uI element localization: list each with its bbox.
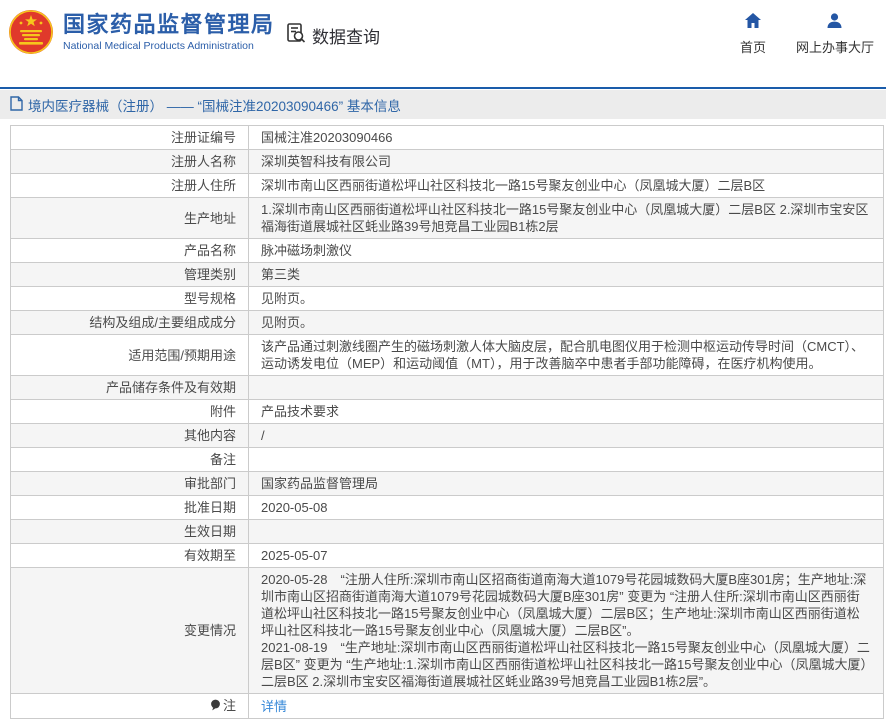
data-query-icon (284, 21, 308, 50)
breadcrumb: 境内医疗器械（注册） —— “国械注准20203090466” 基本信息 (0, 90, 886, 119)
table-row: 审批部门 国家药品监督管理局 (11, 472, 884, 496)
row-value: 国械注准20203090466 (249, 126, 884, 150)
row-label: 适用范围/预期用途 (11, 335, 249, 376)
row-label: 型号规格 (11, 287, 249, 311)
row-value: 脉冲磁场刺激仪 (249, 239, 884, 263)
table-row: 生效日期 (11, 520, 884, 544)
row-value: 2020-05-28 “注册人住所:深圳市南山区招商街道南海大道1079号花园城… (249, 568, 884, 694)
table-row: 备注 (11, 448, 884, 472)
org-name-en: National Medical Products Administration (63, 40, 275, 52)
row-value: 国家药品监督管理局 (249, 472, 884, 496)
nav-online-hall-label: 网上办事大厅 (796, 37, 874, 56)
row-label: 生产地址 (11, 198, 249, 239)
table-row: 注册人名称 深圳英智科技有限公司 (11, 150, 884, 174)
table-row: 产品储存条件及有效期 (11, 376, 884, 400)
header-divider (0, 87, 886, 89)
row-label: 结构及组成/主要组成成分 (11, 311, 249, 335)
row-label: 审批部门 (11, 472, 249, 496)
row-label: 注册证编号 (11, 126, 249, 150)
row-value (249, 520, 884, 544)
registration-info-table: 注册证编号 国械注准20203090466 注册人名称 深圳英智科技有限公司 注… (10, 125, 884, 719)
table-row: 适用范围/预期用途 该产品通过刺激线圈产生的磁场刺激人体大脑皮层，配合肌电图仪用… (11, 335, 884, 376)
row-label: 管理类别 (11, 263, 249, 287)
row-label: 附件 (11, 400, 249, 424)
national-emblem-logo (8, 9, 54, 55)
person-icon (827, 13, 842, 33)
row-label: 注 (11, 694, 249, 719)
row-label: 其他内容 (11, 424, 249, 448)
row-value: 2020-05-08 (249, 496, 884, 520)
row-value: 深圳市南山区西丽街道松坪山社区科技北一路15号聚友创业中心（凤凰城大厦）二层B区 (249, 174, 884, 198)
note-icon (210, 698, 221, 715)
nav-online-hall[interactable]: 网上办事大厅 (796, 13, 874, 56)
row-value: 见附页。 (249, 287, 884, 311)
data-query-label: 数据查询 (312, 23, 380, 48)
site-header: 国家药品监督管理局 National Medical Products Admi… (0, 0, 886, 87)
row-value: / (249, 424, 884, 448)
table-row: 型号规格 见附页。 (11, 287, 884, 311)
table-row: 注册人住所 深圳市南山区西丽街道松坪山社区科技北一路15号聚友创业中心（凤凰城大… (11, 174, 884, 198)
table-row: 生产地址 1.深圳市南山区西丽街道松坪山社区科技北一路15号聚友创业中心（凤凰城… (11, 198, 884, 239)
table-row: 其他内容 / (11, 424, 884, 448)
row-label: 有效期至 (11, 544, 249, 568)
table-row: 批准日期 2020-05-08 (11, 496, 884, 520)
row-label: 生效日期 (11, 520, 249, 544)
table-row: 附件 产品技术要求 (11, 400, 884, 424)
home-icon (745, 13, 761, 33)
table-row: 管理类别 第三类 (11, 263, 884, 287)
row-value: 第三类 (249, 263, 884, 287)
row-label: 注册人住所 (11, 174, 249, 198)
org-name-cn: 国家药品监督管理局 (63, 12, 275, 38)
table-row: 注册证编号 国械注准20203090466 (11, 126, 884, 150)
table-row: 变更情况 2020-05-28 “注册人住所:深圳市南山区招商街道南海大道107… (11, 568, 884, 694)
details-link[interactable]: 详情 (261, 699, 287, 714)
row-value: 1.深圳市南山区西丽街道松坪山社区科技北一路15号聚友创业中心（凤凰城大厦）二层… (249, 198, 884, 239)
row-value (249, 376, 884, 400)
brand-text: 国家药品监督管理局 National Medical Products Admi… (63, 12, 275, 52)
row-value: 见附页。 (249, 311, 884, 335)
row-label: 变更情况 (11, 568, 249, 694)
table-row: 有效期至 2025-05-07 (11, 544, 884, 568)
breadcrumb-text: 境内医疗器械（注册） —— “国械注准20203090466” 基本信息 (28, 95, 401, 115)
row-value (249, 448, 884, 472)
row-label: 备注 (11, 448, 249, 472)
row-value: 2025-05-07 (249, 544, 884, 568)
row-label: 批准日期 (11, 496, 249, 520)
table-row: 产品名称 脉冲磁场刺激仪 (11, 239, 884, 263)
row-label: 注册人名称 (11, 150, 249, 174)
data-query-heading: 数据查询 (284, 21, 380, 50)
row-value: 产品技术要求 (249, 400, 884, 424)
row-label: 产品储存条件及有效期 (11, 376, 249, 400)
brand: 国家药品监督管理局 National Medical Products Admi… (8, 9, 275, 55)
row-label: 产品名称 (11, 239, 249, 263)
top-nav: 首页 网上办事大厅 (740, 13, 874, 56)
row-value: 该产品通过刺激线圈产生的磁场刺激人体大脑皮层，配合肌电图仪用于检测中枢运动传导时… (249, 335, 884, 376)
nav-home-label: 首页 (740, 37, 766, 56)
document-icon (10, 96, 23, 114)
row-value: 深圳英智科技有限公司 (249, 150, 884, 174)
table-row: 结构及组成/主要组成成分 见附页。 (11, 311, 884, 335)
table-row: 注 详情 (11, 694, 884, 719)
nav-home[interactable]: 首页 (740, 13, 766, 56)
row-value[interactable]: 详情 (249, 694, 884, 719)
